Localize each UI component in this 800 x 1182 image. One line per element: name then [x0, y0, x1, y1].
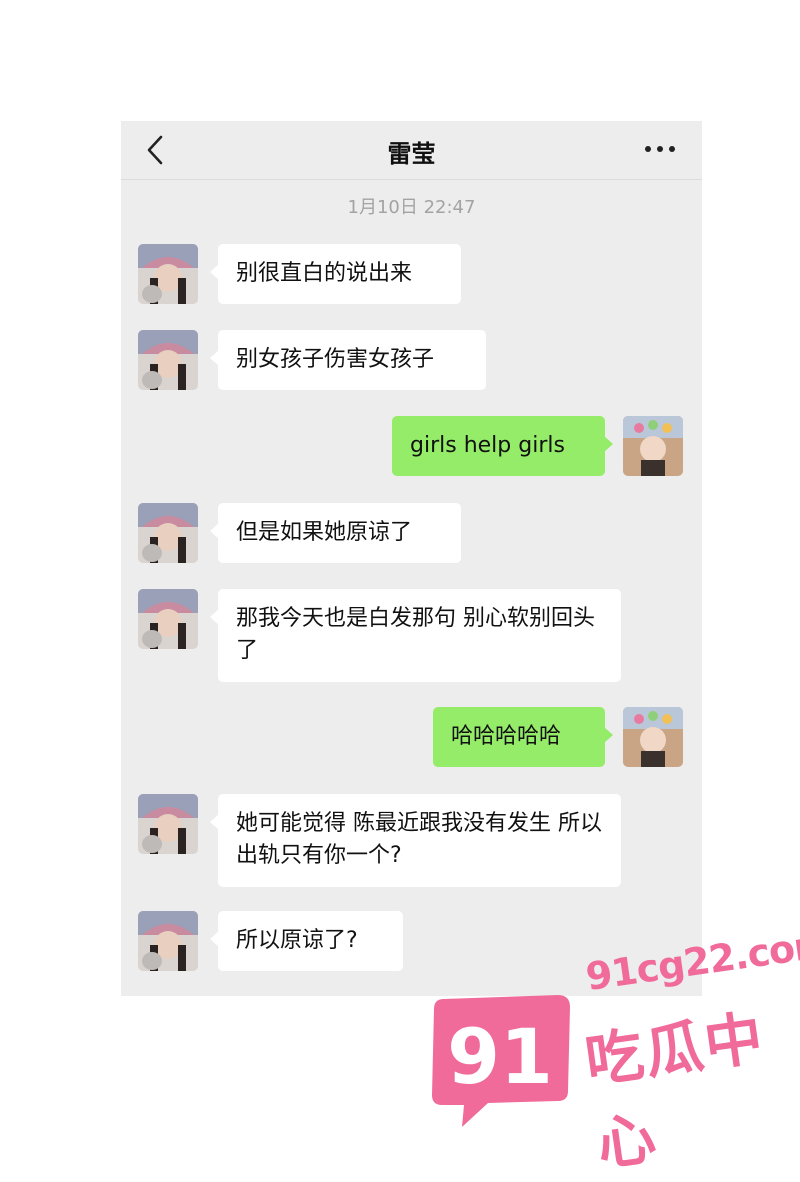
- message-bubble-incoming[interactable]: 那我今天也是白发那句 别心软别回头了: [210, 589, 621, 682]
- message-text: 别很直白的说出来: [236, 261, 413, 286]
- contact-avatar[interactable]: [138, 244, 198, 304]
- contact-avatar-image: [138, 589, 198, 649]
- watermark-number: 91: [447, 1012, 553, 1101]
- my-avatar[interactable]: [623, 707, 683, 767]
- message-bubble-incoming[interactable]: 她可能觉得 陈最近跟我没有发生 所以出轨只有你一个?: [210, 794, 621, 887]
- contact-avatar-image: [138, 330, 198, 390]
- message-bubble-outgoing[interactable]: 哈哈哈哈哈: [433, 707, 613, 767]
- chat-header: 雷莹: [121, 121, 702, 180]
- message-bubble-outgoing[interactable]: girls help girls: [392, 416, 613, 476]
- my-avatar[interactable]: [623, 416, 683, 476]
- contact-avatar[interactable]: [138, 503, 198, 563]
- more-button[interactable]: [640, 134, 680, 164]
- watermark-badge-icon: 91: [432, 995, 570, 1127]
- message-bubble-incoming[interactable]: 所以原谅了?: [210, 911, 403, 971]
- message-text: 那我今天也是白发那句 别心软别回头了: [236, 606, 595, 663]
- chat-title: 雷莹: [387, 140, 436, 168]
- my-avatar-image: [623, 416, 683, 476]
- message-text: girls help girls: [410, 433, 565, 458]
- watermark-name: 吃瓜中心: [581, 1003, 769, 1179]
- message-text: 但是如果她原谅了: [236, 520, 413, 545]
- message-timestamp: 1月10日 22:47: [347, 197, 476, 218]
- message-text: 别女孩子伤害女孩子: [236, 347, 435, 372]
- contact-avatar-image: [138, 911, 198, 971]
- message-bubble-incoming[interactable]: 别女孩子伤害女孩子: [210, 330, 486, 390]
- message-bubble-incoming[interactable]: 但是如果她原谅了: [210, 503, 461, 563]
- my-avatar-image: [623, 707, 683, 767]
- contact-avatar[interactable]: [138, 794, 198, 854]
- contact-avatar[interactable]: [138, 911, 198, 971]
- contact-avatar[interactable]: [138, 589, 198, 649]
- contact-avatar-image: [138, 794, 198, 854]
- contact-avatar-image: [138, 244, 198, 304]
- message-text: 哈哈哈哈哈: [451, 724, 562, 749]
- contact-avatar[interactable]: [138, 330, 198, 390]
- contact-avatar-image: [138, 503, 198, 563]
- message-bubble-incoming[interactable]: 别很直白的说出来: [210, 244, 461, 304]
- ellipsis-icon: [645, 146, 675, 152]
- chat-window: 雷莹 1月10日 22:47 别很直白的说出来 别女孩子伤害女孩子 girls …: [121, 121, 702, 996]
- message-text: 所以原谅了?: [236, 928, 358, 953]
- message-text: 她可能觉得 陈最近跟我没有发生 所以出轨只有你一个?: [236, 811, 602, 868]
